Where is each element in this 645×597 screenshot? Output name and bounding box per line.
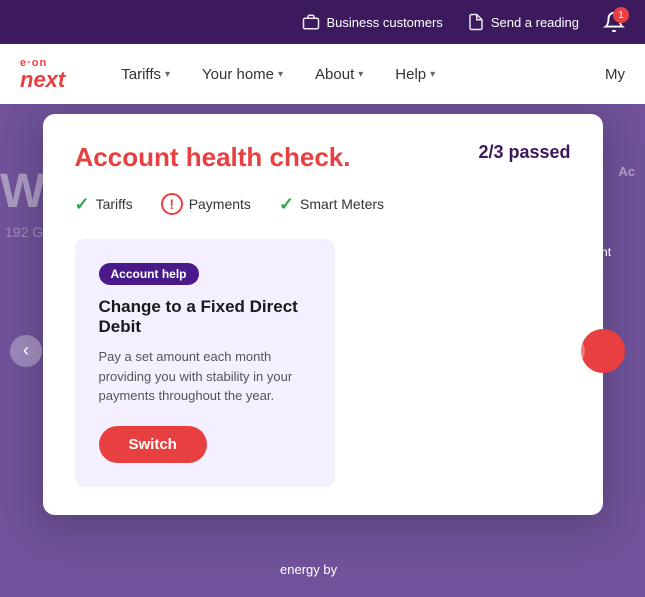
nav-about-label: About [315,66,354,83]
check-tariffs-label: Tariffs [96,196,133,212]
payment-text-line4: s after [565,282,645,301]
send-reading-link[interactable]: Send a reading [467,13,579,31]
carousel-right-arrow[interactable]: › [553,335,585,367]
health-score: 2/3 passed [478,142,570,163]
check-smart-meters-label: Smart Meters [300,196,384,212]
main-content: We 192 G Ac Account health check. 2/3 pa… [0,104,645,597]
nav-items: Tariffs ▾ Your home ▾ About ▾ Help ▾ [105,44,605,104]
chevron-down-icon: ▾ [165,69,170,80]
check-item-tariffs: ✓ Tariffs [75,194,133,215]
check-items: ✓ Tariffs ! Payments ✓ Smart Meters [75,193,571,215]
check-payments-label: Payments [189,196,251,212]
check-ok-icon: ✓ [75,194,90,215]
business-customers-label: Business customers [326,15,442,30]
top-bar: Business customers Send a reading 1 [0,0,645,44]
logo-next-text: next [20,69,65,91]
carousel-left-arrow[interactable]: ‹ [10,335,42,367]
modal-overlay: Account health check. 2/3 passed ✓ Tarif… [0,104,645,597]
nav-bar: e·on next Tariffs ▾ Your home ▾ About ▾ … [0,44,645,104]
issued-text: issued. [565,309,645,328]
nav-tariffs-label: Tariffs [121,66,161,83]
chevron-down-icon: ▾ [358,69,363,80]
health-check-title: Account health check. [75,142,351,173]
payment-text-line1: t paym [565,224,645,243]
sub-card-description: Pay a set amount each month providing yo… [99,347,311,406]
notification-button[interactable]: 1 [603,11,625,33]
nav-your-home-label: Your home [202,66,274,83]
send-reading-label: Send a reading [491,15,579,30]
red-circle-button[interactable] [581,329,625,373]
logo[interactable]: e·on next [20,58,65,91]
sub-card: Account help Change to a Fixed Direct De… [75,239,335,487]
chevron-down-icon: ▾ [430,69,435,80]
briefcase-icon [302,13,320,31]
switch-button[interactable]: Switch [99,426,207,463]
check-item-payments: ! Payments [161,193,251,215]
business-customers-link[interactable]: Business customers [302,13,442,31]
payment-text-line3: ment is [565,262,645,281]
nav-item-help[interactable]: Help ▾ [379,44,451,104]
notification-count: 1 [613,7,629,23]
nav-item-your-home[interactable]: Your home ▾ [186,44,299,104]
nav-item-my[interactable]: My [605,66,625,83]
nav-item-about[interactable]: About ▾ [299,44,379,104]
payment-side-text: t paym payment ment is s after issued. [565,224,645,328]
chevron-down-icon: ▾ [278,69,283,80]
sub-card-title: Change to a Fixed Direct Debit [99,297,311,337]
check-item-smart-meters: ✓ Smart Meters [279,194,384,215]
nav-my-label: My [605,66,625,83]
nav-item-tariffs[interactable]: Tariffs ▾ [105,44,186,104]
check-warn-icon: ! [161,193,183,215]
account-help-badge: Account help [99,263,199,285]
bottom-energy-text: energy by [280,562,337,577]
meter-icon [467,13,485,31]
nav-help-label: Help [395,66,426,83]
health-header: Account health check. 2/3 passed [75,142,571,173]
payment-text-line2: payment [565,243,645,262]
check-ok-icon-2: ✓ [279,194,294,215]
health-check-card: Account health check. 2/3 passed ✓ Tarif… [43,114,603,515]
